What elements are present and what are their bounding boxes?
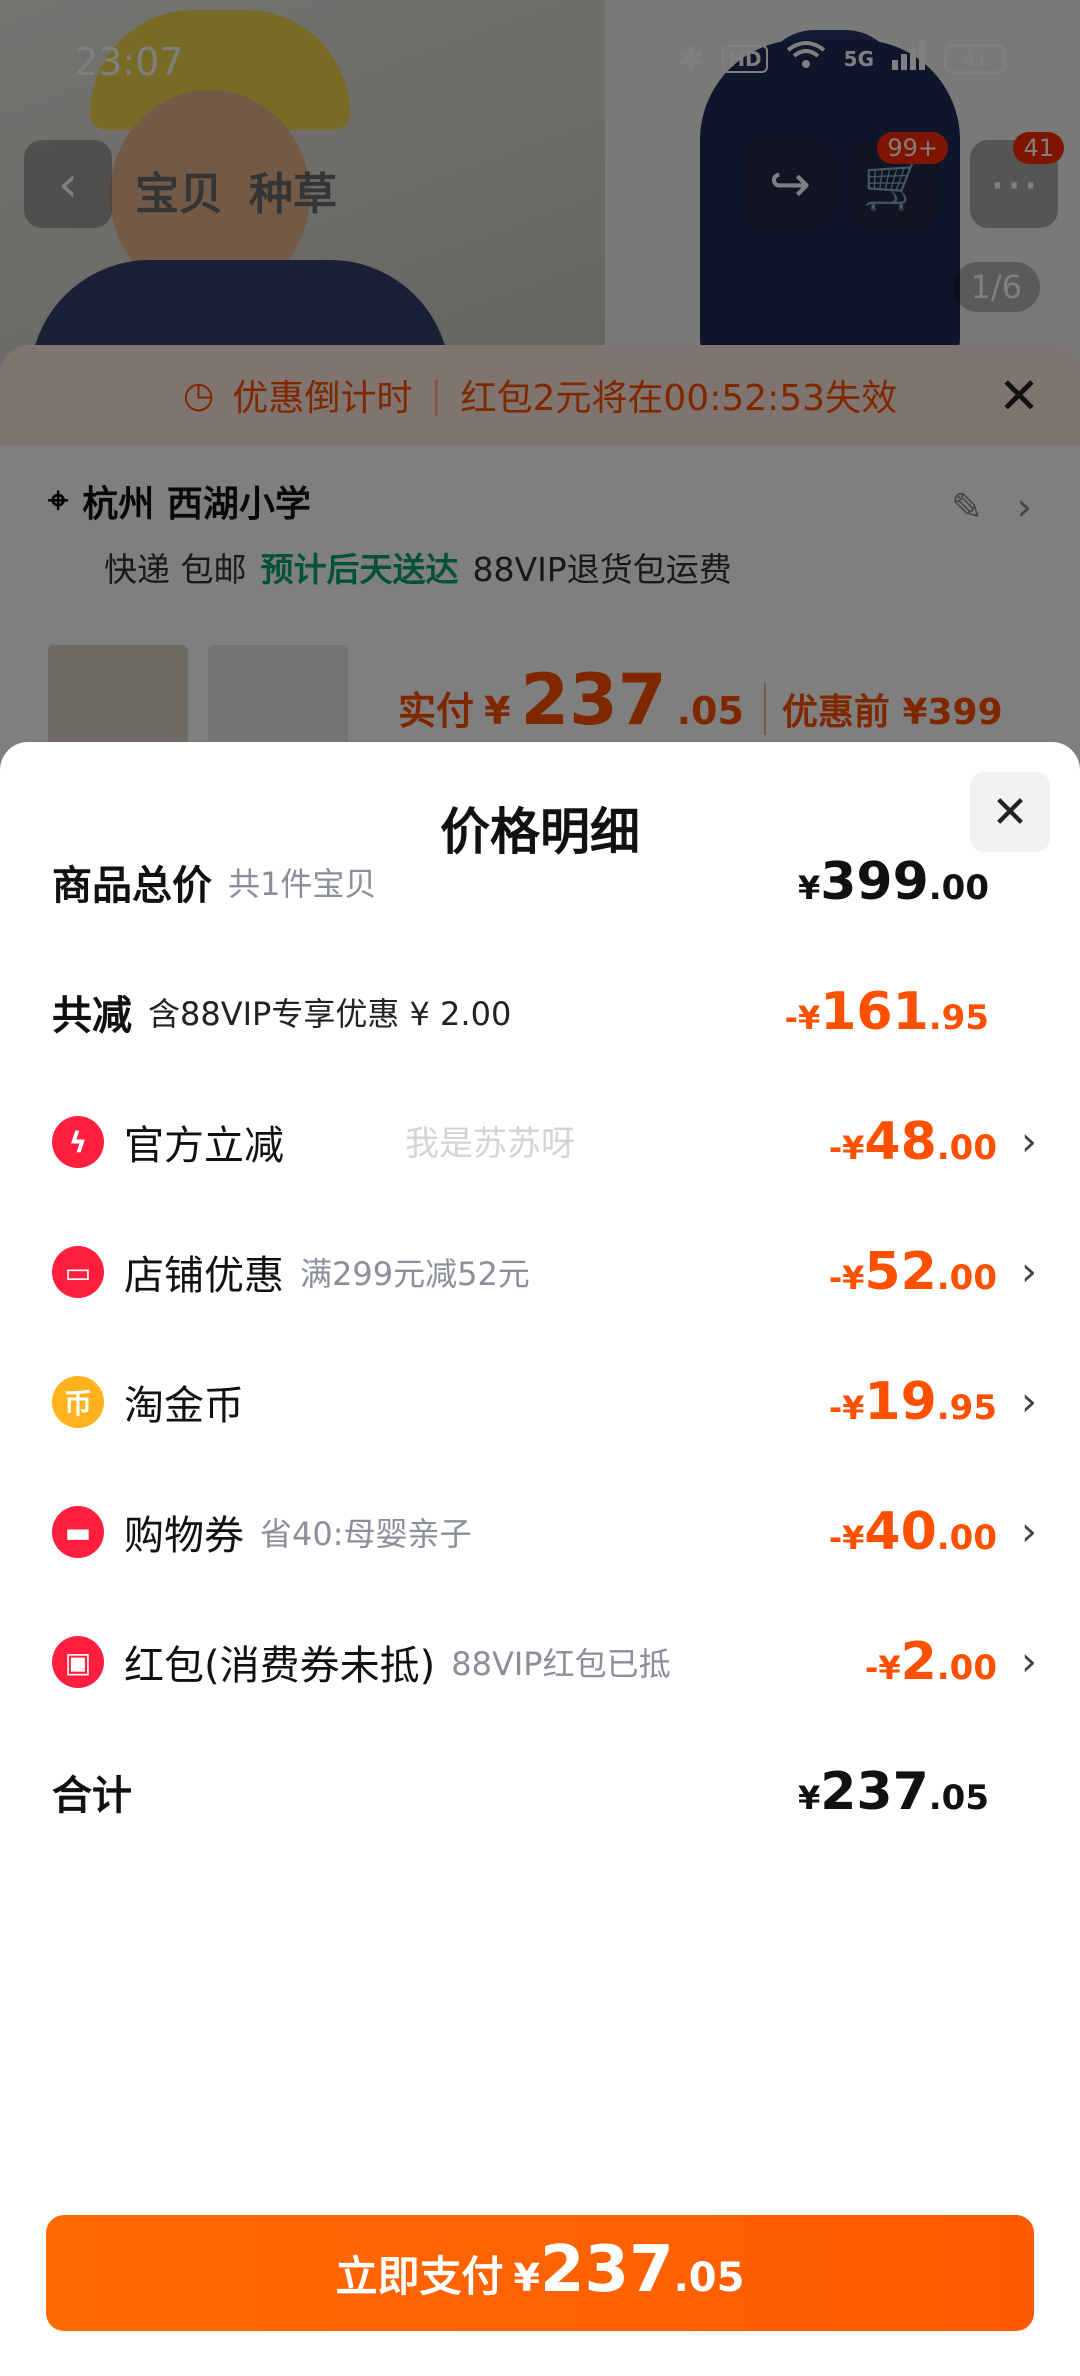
row-amount: -¥ 161 .95 (785, 982, 989, 1042)
amount-sign: ¥ (797, 1779, 821, 1817)
row-amount: -¥ 48 .00 (829, 1112, 997, 1172)
amount-int: 2 (900, 1632, 937, 1692)
row-label: 商品总价 (52, 863, 212, 909)
amount-dec: .95 (928, 998, 989, 1038)
amount-sign: -¥ (784, 999, 821, 1037)
chevron-right-icon: › (1021, 1119, 1037, 1165)
row-amount: -¥ 19 .95 (829, 1372, 997, 1432)
amount-dec: .05 (928, 1778, 989, 1818)
chevron-right-icon: › (1021, 1249, 1037, 1295)
row-sub: 省40:母婴亲子 (260, 1515, 472, 1553)
row-sub: 含88VIP专享优惠 ¥ 2.00 (148, 995, 512, 1033)
amount-dec: .00 (936, 1648, 997, 1688)
amount-int: 40 (864, 1502, 937, 1562)
red-packet-icon: ▣ (52, 1636, 104, 1688)
pay-int: 237 (540, 2233, 674, 2307)
row-red-packet[interactable]: ▣ 红包(消费券未抵) 88VIP红包已抵 -¥ 2 .00 › (52, 1612, 1037, 1712)
chevron-right-icon: › (1021, 1509, 1037, 1555)
amount-sign: -¥ (828, 1259, 865, 1297)
row-label: 淘金币 (124, 1383, 244, 1429)
row-coins[interactable]: 币 淘金币 -¥ 19 .95 › (52, 1352, 1037, 1452)
amount-int: 237 (820, 1762, 929, 1822)
row-sub: 88VIP红包已抵 (451, 1645, 671, 1683)
amount-sign: ¥ (797, 869, 821, 907)
pay-dec: .05 (673, 2255, 745, 2301)
row-sum: 合计 ¥ 237 .05 (52, 1742, 1037, 1842)
amount-int: 48 (864, 1112, 937, 1172)
amount-sign: -¥ (865, 1649, 901, 1687)
pay-sign: ¥ (513, 2256, 540, 2300)
row-amount: -¥ 2 .00 (865, 1632, 997, 1692)
amount-dec: .00 (936, 1518, 997, 1558)
row-label: 购物券 (124, 1513, 244, 1559)
coin-icon: 币 (52, 1376, 104, 1428)
row-official-discount[interactable]: ϟ 官方立减 -¥ 48 .00 › (52, 1092, 1037, 1192)
row-sub: 满299元减52元 (300, 1255, 530, 1293)
amount-dec: .00 (936, 1258, 997, 1298)
chevron-right-icon: › (1021, 1379, 1037, 1425)
close-icon: ✕ (991, 786, 1029, 838)
row-total-price: 商品总价 共1件宝贝 ¥ 399 .00 (52, 832, 1037, 932)
row-label: 官方立减 (124, 1123, 284, 1169)
amount-dec: .00 (936, 1128, 997, 1168)
store-icon: ▭ (52, 1246, 104, 1298)
amount-int: 399 (820, 852, 929, 912)
row-label: 店铺优惠 (124, 1253, 284, 1299)
row-voucher[interactable]: ▬ 购物券 省40:母婴亲子 -¥ 40 .00 › (52, 1482, 1037, 1582)
amount-sign: -¥ (828, 1389, 865, 1427)
amount-int: 52 (864, 1242, 937, 1302)
row-label: 共减 (52, 993, 132, 1039)
row-amount: -¥ 40 .00 (829, 1502, 997, 1562)
price-detail-sheet: 价格明细 ✕ 我是苏苏呀 商品总价 共1件宝贝 ¥ 399 .00 共减 含88… (0, 742, 1080, 2376)
pay-label: 立即支付 (335, 2252, 504, 2301)
lightning-icon: ϟ (52, 1116, 104, 1168)
row-amount: -¥ 52 .00 (829, 1242, 997, 1302)
row-sub: 共1件宝贝 (228, 865, 377, 903)
row-total-reduce: 共减 含88VIP专享优惠 ¥ 2.00 -¥ 161 .95 (52, 962, 1037, 1062)
amount-int: 19 (864, 1372, 937, 1432)
chevron-right-icon: › (1021, 1639, 1037, 1685)
amount-dec: .95 (936, 1388, 997, 1428)
amount-sign: -¥ (828, 1129, 865, 1167)
row-label: 红包(消费券未抵) (124, 1643, 436, 1689)
row-label: 合计 (52, 1773, 132, 1819)
row-amount: ¥ 399 .00 (798, 852, 989, 912)
amount-dec: .00 (928, 868, 989, 908)
amount-sign: -¥ (828, 1519, 865, 1557)
ticket-icon: ▬ (52, 1506, 104, 1558)
row-amount: ¥ 237 .05 (798, 1762, 989, 1822)
row-store-discount[interactable]: ▭ 店铺优惠 满299元减52元 -¥ 52 .00 › (52, 1222, 1037, 1322)
pay-now-button[interactable]: 立即支付 ¥ 237 .05 (46, 2215, 1034, 2331)
amount-int: 161 (820, 982, 929, 1042)
